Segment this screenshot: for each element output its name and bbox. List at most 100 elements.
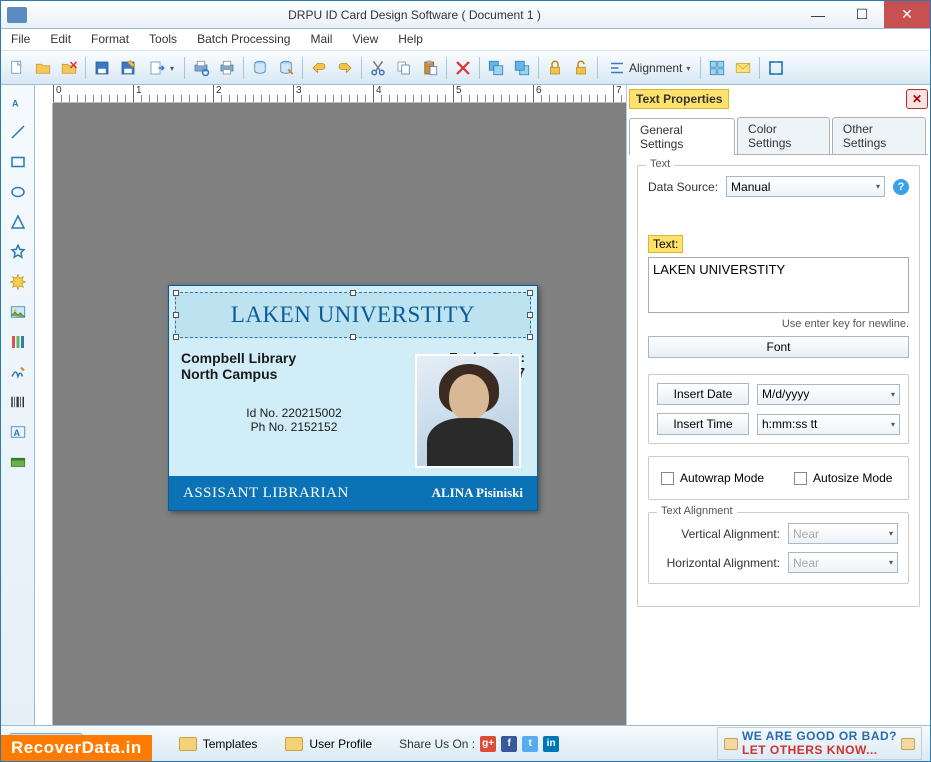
thumb-down-icon (901, 738, 915, 750)
fit-button[interactable] (764, 56, 788, 80)
tool-palette: A A (1, 85, 35, 725)
menu-tools[interactable]: Tools (139, 29, 187, 50)
bring-to-front-button[interactable] (510, 56, 534, 80)
menu-file[interactable]: File (1, 29, 40, 50)
library-tool[interactable] (5, 329, 31, 355)
menu-mail[interactable]: Mail (300, 29, 342, 50)
props-tabs: General Settings Color Settings Other Se… (629, 117, 928, 155)
database-edit-button[interactable] (274, 56, 298, 80)
panel-close-button[interactable]: ✕ (906, 89, 928, 109)
card-ph-no[interactable]: Ph No. 2152152 (181, 420, 407, 434)
tab-other-settings[interactable]: Other Settings (832, 117, 926, 154)
alignment-fieldset: Text Alignment Vertical Alignment: Near▾… (648, 512, 909, 584)
user-profile-button[interactable]: User Profile (274, 733, 383, 755)
autosize-checkbox[interactable]: Autosize Mode (794, 471, 892, 485)
lock-button[interactable] (543, 56, 567, 80)
menu-format[interactable]: Format (81, 29, 139, 50)
menu-edit[interactable]: Edit (40, 29, 81, 50)
ruler-tick: 3 (293, 85, 373, 102)
delete-button[interactable] (451, 56, 475, 80)
templates-button[interactable]: Templates (168, 733, 269, 755)
rectangle-tool[interactable] (5, 149, 31, 175)
text-tool[interactable]: A (5, 89, 31, 115)
open-button[interactable] (31, 56, 55, 80)
barcode-tool[interactable] (5, 389, 31, 415)
redo-button[interactable] (333, 56, 357, 80)
card-name[interactable]: ALINA Pisiniski (432, 485, 523, 501)
signature-tool[interactable] (5, 359, 31, 385)
tab-general-settings[interactable]: General Settings (629, 118, 735, 155)
print-preview-button[interactable] (189, 56, 213, 80)
copy-button[interactable] (392, 56, 416, 80)
thumb-up-icon (724, 738, 738, 750)
autowrap-checkbox[interactable]: Autowrap Mode (661, 471, 764, 485)
close-button[interactable]: ✕ (884, 1, 930, 28)
menu-view[interactable]: View (342, 29, 388, 50)
ellipse-tool[interactable] (5, 179, 31, 205)
tab-color-settings[interactable]: Color Settings (737, 117, 830, 154)
text-properties-panel: Text Properties ✕ General Settings Color… (626, 85, 930, 725)
unlock-button[interactable] (569, 56, 593, 80)
canvas-wrap: 0 1 2 3 4 5 6 7 (35, 85, 626, 725)
canvas[interactable]: LAKEN UNIVERSTITY Compbell Library North… (53, 103, 626, 725)
halign-select: Near▾ (788, 552, 898, 573)
card-campus[interactable]: North Campus (181, 366, 407, 382)
ruler-tick: 7 (613, 85, 626, 102)
newline-hint: Use enter key for newline. (648, 318, 909, 330)
triangle-tool[interactable] (5, 209, 31, 235)
save-as-button[interactable] (116, 56, 140, 80)
grid-button[interactable] (705, 56, 729, 80)
export-button[interactable]: ▾ (142, 56, 180, 80)
time-format-select[interactable]: h:mm:ss tt▾ (757, 414, 900, 435)
mail-button[interactable] (731, 56, 755, 80)
text-input[interactable]: LAKEN UNIVERSTITY (648, 257, 909, 313)
panel-title: Text Properties (629, 89, 729, 109)
insert-date-button[interactable]: Insert Date (657, 383, 749, 405)
card-role[interactable]: ASSISANT LIBRARIAN (183, 485, 349, 502)
ruler-tick: 4 (373, 85, 453, 102)
insert-time-button[interactable]: Insert Time (657, 413, 749, 435)
card-title-box[interactable]: LAKEN UNIVERSTITY (175, 292, 531, 338)
line-tool[interactable] (5, 119, 31, 145)
alignment-button[interactable]: Alignment▾ (602, 56, 696, 80)
maximize-button[interactable]: ☐ (840, 1, 884, 28)
window-title: DRPU ID Card Design Software ( Document … (33, 8, 796, 22)
star-tool[interactable] (5, 239, 31, 265)
ruler-tick: 2 (213, 85, 293, 102)
undo-button[interactable] (307, 56, 331, 80)
card-id-no[interactable]: Id No. 220215002 (181, 406, 407, 420)
card-library[interactable]: Compbell Library (181, 350, 407, 366)
facebook-icon[interactable]: f (501, 736, 517, 752)
menu-batch-processing[interactable]: Batch Processing (187, 29, 300, 50)
send-to-back-button[interactable] (484, 56, 508, 80)
delete-folder-button[interactable] (57, 56, 81, 80)
cut-button[interactable] (366, 56, 390, 80)
data-source-select[interactable]: Manual▾ (726, 176, 885, 197)
help-icon[interactable]: ? (893, 179, 909, 195)
main-area: A A 0 1 2 3 4 5 6 7 (1, 85, 930, 725)
card-photo[interactable] (415, 354, 521, 468)
date-format-select[interactable]: M/d/yyyy▾ (757, 384, 900, 405)
burst-tool[interactable] (5, 269, 31, 295)
google-plus-icon[interactable]: g+ (480, 736, 496, 752)
new-button[interactable] (5, 56, 29, 80)
font-button[interactable]: Font (648, 336, 909, 358)
wordart-tool[interactable]: A (5, 419, 31, 445)
ruler-vertical (35, 103, 53, 725)
linkedin-icon[interactable]: in (543, 736, 559, 752)
paste-button[interactable] (418, 56, 442, 80)
text-fieldset: Text Data Source: Manual▾ ? Text: LAKEN … (637, 165, 920, 607)
database-button[interactable] (248, 56, 272, 80)
promo-banner[interactable]: WE ARE GOOD OR BAD? LET OTHERS KNOW... (717, 727, 922, 759)
twitter-icon[interactable]: t (522, 736, 538, 752)
card-tool[interactable] (5, 449, 31, 475)
minimize-button[interactable]: — (796, 1, 840, 28)
menu-help[interactable]: Help (388, 29, 433, 50)
text-legend: Text (646, 158, 674, 170)
save-button[interactable] (90, 56, 114, 80)
id-card[interactable]: LAKEN UNIVERSTITY Compbell Library North… (168, 285, 538, 511)
ruler-tick: 5 (453, 85, 533, 102)
card-title-text[interactable]: LAKEN UNIVERSTITY (231, 302, 475, 328)
print-button[interactable] (215, 56, 239, 80)
image-tool[interactable] (5, 299, 31, 325)
